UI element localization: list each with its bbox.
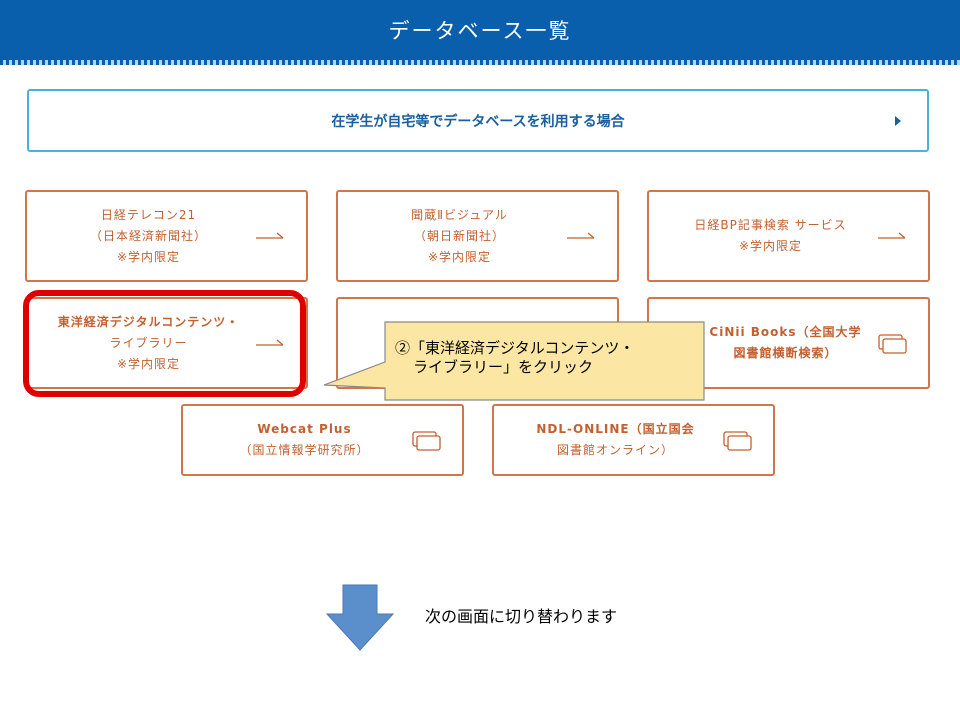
card-title: CiNii Books（全国大学 xyxy=(709,325,862,339)
card-title: 聞蔵Ⅱビジュアル xyxy=(411,207,508,222)
card-webcat-plus[interactable]: Webcat Plus （国立情報学研究所） xyxy=(181,404,464,476)
card-title: Webcat Plus xyxy=(257,422,352,436)
arrow-right-icon xyxy=(256,339,284,346)
card-ndl-online[interactable]: NDL-ONLINE（国立国会 図書館オンライン） xyxy=(492,404,775,476)
callout-line-2: ライブラリー」をクリック xyxy=(413,358,594,376)
card-toyo-keizai-digital[interactable]: 東洋経済デジタルコンテンツ・ ライブラリー ※学内限定 xyxy=(25,297,308,389)
down-arrow-icon xyxy=(325,584,395,651)
card-nikkei-bp[interactable]: 日経BP記事検索 サービス ※学内限定 xyxy=(647,190,930,282)
card-note: ※学内限定 xyxy=(738,239,803,253)
card-kikuzo-visual[interactable]: 聞蔵Ⅱビジュアル （朝日新聞社） ※学内限定 xyxy=(336,190,619,282)
next-screen-note: 次の画面に切り替わります xyxy=(425,607,618,626)
card-note: ※学内限定 xyxy=(427,249,492,264)
card-subtitle: 図書館横断検索） xyxy=(733,346,838,360)
new-window-icon xyxy=(412,431,441,451)
card-note: ※学内限定 xyxy=(116,249,181,264)
card-title: 東洋経済デジタルコンテンツ・ xyxy=(57,314,240,329)
card-subtitle: ライブラリー xyxy=(109,335,188,350)
page-header: データベース一覧 xyxy=(0,0,960,60)
chevron-right-icon xyxy=(895,115,901,126)
page-title: データベース一覧 xyxy=(388,19,572,43)
card-subtitle: （朝日新聞社） xyxy=(413,228,505,243)
off-campus-access-banner[interactable]: 在学生が自宅等でデータベースを利用する場合 xyxy=(27,89,929,152)
arrow-right-icon xyxy=(878,232,906,239)
arrow-right-icon xyxy=(567,232,595,239)
card-note: ※学内限定 xyxy=(116,356,181,371)
card-title: NDL-ONLINE（国立国会 xyxy=(536,422,695,436)
card-nikkei-telecon21[interactable]: 日経テレコン21 （日本経済新聞社） ※学内限定 xyxy=(25,190,308,282)
card-subtitle: （日本経済新聞社） xyxy=(89,228,207,243)
new-window-icon xyxy=(878,334,907,354)
card-title: 日経BP記事検索 サービス xyxy=(694,218,847,232)
arrow-right-icon xyxy=(256,232,284,239)
banner-label: 在学生が自宅等でデータベースを利用する場合 xyxy=(331,113,625,130)
card-subtitle: 図書館オンライン） xyxy=(556,443,674,457)
card-subtitle: （国立情報学研究所） xyxy=(239,443,370,457)
card-title: 日経テレコン21 xyxy=(100,207,197,222)
header-stripe xyxy=(0,60,960,65)
callout-line-1: ②「東洋経済デジタルコンテンツ・ xyxy=(395,339,635,357)
callout-text: ②「東洋経済デジタルコンテンツ・ ライブラリー」をクリック xyxy=(395,339,700,377)
new-window-icon xyxy=(723,431,752,451)
